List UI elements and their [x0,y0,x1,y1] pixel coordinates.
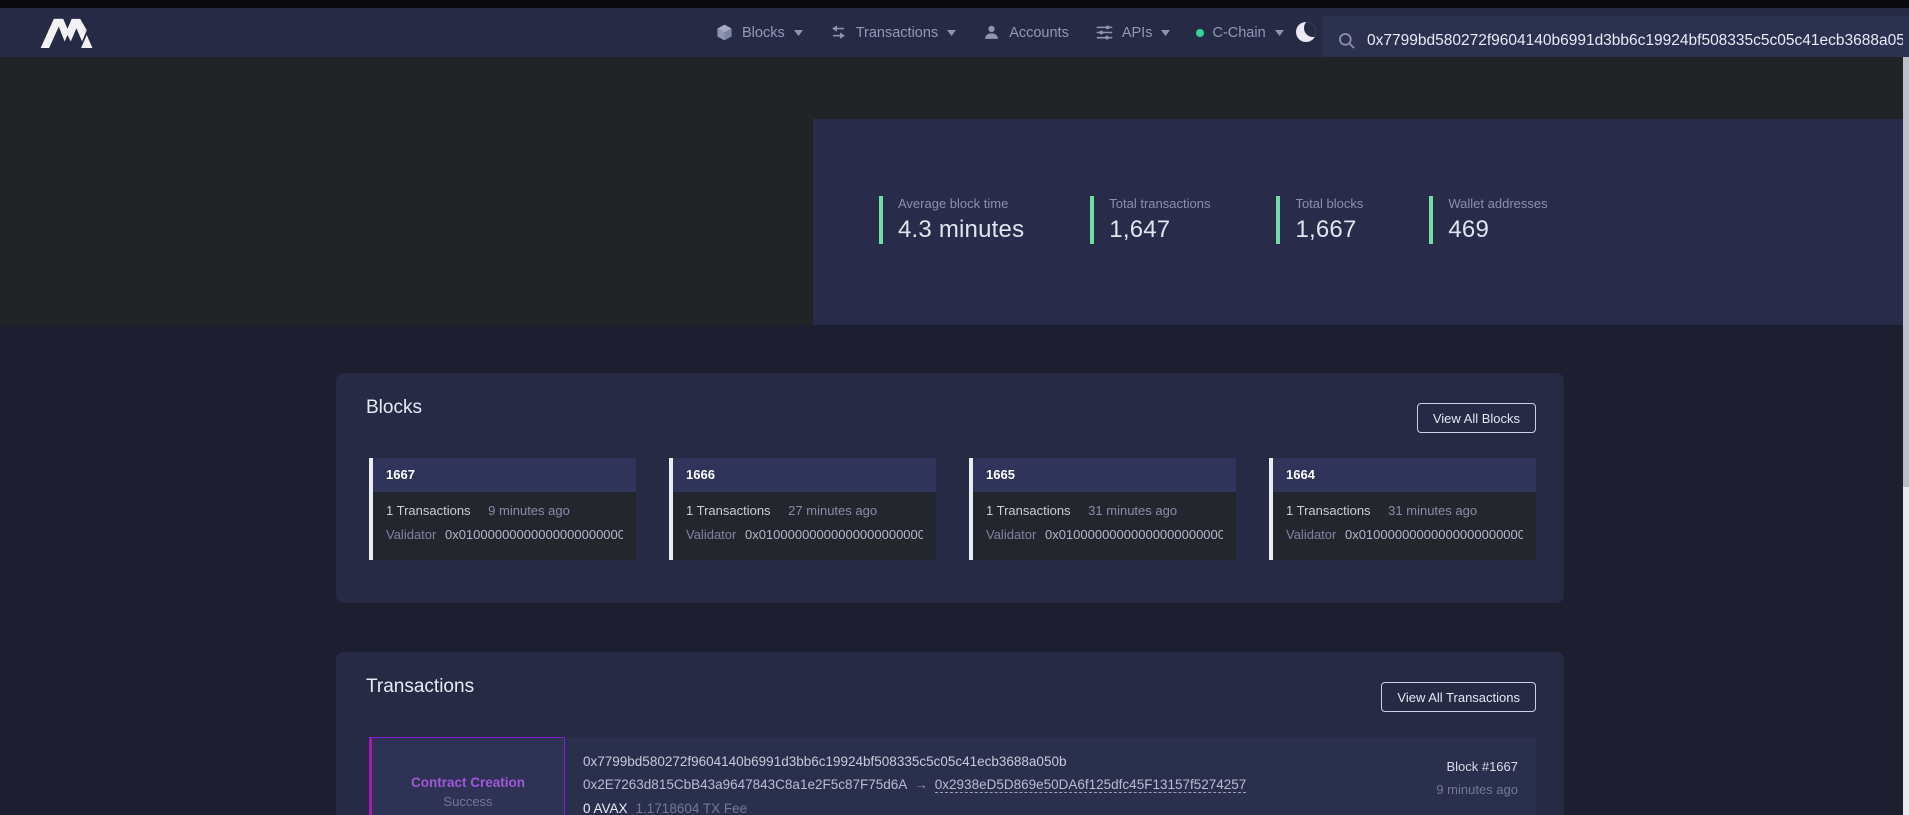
stat-average-block-time: Average block time 4.3 minutes [879,196,1024,244]
block-time: 31 minutes ago [1388,503,1477,518]
dark-mode-toggle[interactable] [1296,22,1318,44]
stat-value: 4.3 minutes [898,216,1024,244]
nav-item-label: Accounts [1009,25,1069,41]
transaction-to-address[interactable]: 0x2938eD5D869e50DA6f125dfc45F13157f52742… [935,777,1247,793]
nav-item-label: APIs [1122,25,1153,41]
stat-label: Total transactions [1109,196,1210,211]
validator-label: Validator [686,527,736,542]
stat-total-transactions: Total transactions 1,647 [1090,196,1210,244]
transaction-fee: 1.1718604 TX Fee [636,801,748,815]
block-card-body: 1 Transactions 31 minutes ago Validator … [1273,492,1536,560]
transaction-row[interactable]: Contract Creation Success 0x7799bd580272… [369,737,1536,815]
block-card-body: 1 Transactions 27 minutes ago Validator … [673,492,936,560]
scrollbar-track[interactable] [1903,57,1909,815]
transaction-status: Success [443,794,492,809]
stat-value: 469 [1448,216,1547,244]
transactions-section: Transactions View All Transactions Contr… [336,652,1564,815]
block-cards-row: 1667 1 Transactions 9 minutes ago Valida… [369,458,1536,560]
block-card-1666[interactable]: 1666 1 Transactions 27 minutes ago Valid… [669,458,936,560]
block-number[interactable]: 1667 [373,458,636,492]
nav-item-label: Blocks [742,25,785,41]
nav-item-label: Transactions [856,25,938,41]
nav-item-apis[interactable]: APIs [1095,23,1171,42]
arrow-right-icon: → [914,777,928,792]
nav-item-accounts[interactable]: Accounts [982,23,1069,42]
block-time: 31 minutes ago [1088,503,1177,518]
transaction-type: Contract Creation [411,775,525,790]
stat-value: 1,647 [1109,216,1210,244]
sliders-icon [1095,23,1114,42]
validator-label: Validator [986,527,1036,542]
blocks-section-title: Blocks [366,397,422,419]
block-card-body: 1 Transactions 31 minutes ago Validator … [973,492,1236,560]
nav-item-transactions[interactable]: Transactions [829,23,956,42]
stats-row: Average block time 4.3 minutes Total tra… [879,196,1548,244]
validator-label: Validator [386,527,436,542]
stat-total-blocks: Total blocks 1,667 [1276,196,1363,244]
nav-item-label: C-Chain [1212,25,1265,41]
nav-item-blocks[interactable]: Blocks [715,23,803,42]
block-card-1664[interactable]: 1664 1 Transactions 31 minutes ago Valid… [1269,458,1536,560]
transaction-block-link[interactable]: Block #1667 [1436,759,1518,774]
green-status-dot [1196,29,1204,37]
stat-label: Wallet addresses [1448,196,1547,211]
transaction-from-address: 0x2E7263d815CbB43a9647843C8a1e2F5c87F75d… [583,777,907,792]
validator-address[interactable]: 0x0100000000000000000000000... [745,527,923,542]
scrollbar-thumb[interactable] [1903,57,1909,487]
nav-menu: Blocks Transactions [715,8,1284,57]
block-number[interactable]: 1666 [673,458,936,492]
block-number[interactable]: 1665 [973,458,1236,492]
hero-section [0,57,1909,325]
chevron-down-icon [947,30,956,36]
block-tx-count: 1 Transactions [386,503,471,518]
stat-label: Total blocks [1295,196,1363,211]
chevron-down-icon [1161,30,1170,36]
transaction-details: 0x7799bd580272f9604140b6991d3bb6c19924bf… [565,737,1246,815]
chevron-down-icon [1275,30,1284,36]
moon-icon [1296,22,1316,42]
block-card-1665[interactable]: 1665 1 Transactions 31 minutes ago Valid… [969,458,1236,560]
view-all-blocks-button[interactable]: View All Blocks [1417,403,1536,433]
transaction-hash[interactable]: 0x7799bd580272f9604140b6991d3bb6c19924bf… [583,754,1246,769]
block-tx-count: 1 Transactions [986,503,1071,518]
block-tx-count: 1 Transactions [686,503,771,518]
transaction-type-cell: Contract Creation Success [369,737,565,815]
block-number[interactable]: 1664 [1273,458,1536,492]
validator-address[interactable]: 0x0100000000000000000000000... [1045,527,1223,542]
validator-address[interactable]: 0x0100000000000000000000000... [445,527,623,542]
block-time: 9 minutes ago [488,503,570,518]
transaction-meta: Block #1667 9 minutes ago [1436,737,1536,815]
block-time: 27 minutes ago [788,503,877,518]
avalanche-logo[interactable] [36,17,98,49]
browser-top-strip [0,0,1909,8]
block-tx-count: 1 Transactions [1286,503,1371,518]
transactions-section-title: Transactions [366,676,474,698]
navbar: Blocks Transactions [0,8,1909,57]
block-card-body: 1 Transactions 9 minutes ago Validator 0… [373,492,636,560]
nav-item-cchain[interactable]: C-Chain [1196,25,1283,41]
block-card-1667[interactable]: 1667 1 Transactions 9 minutes ago Valida… [369,458,636,560]
cube-icon [715,23,734,42]
page: Blocks Transactions [0,0,1909,815]
validator-address[interactable]: 0x0100000000000000000000000... [1345,527,1523,542]
blocks-section: Blocks View All Blocks 1667 1 Transactio… [336,373,1564,603]
chevron-down-icon [794,30,803,36]
transfer-arrows-icon [829,23,848,42]
validator-label: Validator [1286,527,1336,542]
stat-value: 1,667 [1295,216,1363,244]
search-icon [1337,31,1357,51]
transaction-time: 9 minutes ago [1436,782,1518,797]
transaction-amount: 0 AVAX [583,801,628,815]
stat-label: Average block time [898,196,1024,211]
person-icon [982,23,1001,42]
stat-wallet-addresses: Wallet addresses 469 [1429,196,1547,244]
view-all-transactions-button[interactable]: View All Transactions [1381,682,1536,712]
